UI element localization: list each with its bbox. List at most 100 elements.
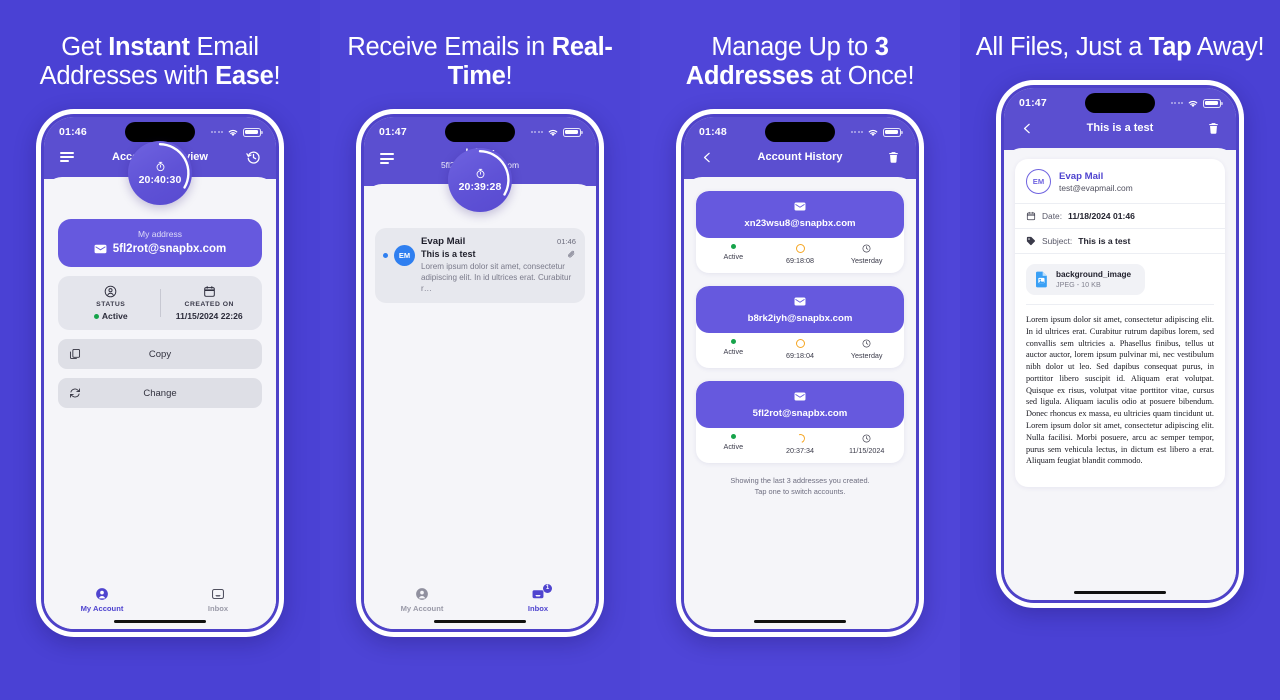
clock-icon	[862, 339, 871, 348]
mail-list-item[interactable]: EM Evap Mail 01:46 This is a test Lorem …	[375, 228, 585, 304]
inbox-icon	[212, 588, 224, 599]
history-card-header: 5fl2rot@snapbx.com	[696, 381, 904, 428]
copy-button[interactable]: Copy	[58, 339, 262, 369]
home-indicator	[434, 619, 526, 623]
timer-ring-icon	[794, 432, 806, 445]
mail-subject: This is a test	[421, 249, 476, 259]
tab-my-account[interactable]: My Account	[364, 587, 480, 613]
headline-1: Get Instant Email Addresses with Ease!	[10, 33, 310, 91]
bottom-tab-bar: My Account 1 Inbox	[364, 580, 596, 617]
wifi-icon	[228, 129, 238, 136]
battery-icon	[563, 127, 583, 137]
timer-ring-icon	[795, 339, 805, 348]
phone-mockup-3: 01:48 Account History xn23wsu8@snapbx.co…	[676, 109, 924, 637]
history-status: Active	[700, 434, 767, 455]
panel-email-detail: All Files, Just a Tap Away! 01:47 This i…	[960, 0, 1280, 700]
history-clock-icon[interactable]	[243, 147, 263, 167]
date-label: Date:	[1042, 211, 1063, 221]
history-date: 11/15/2024	[833, 434, 900, 455]
history-timer-label: 20:37:34	[786, 446, 814, 455]
status-text: Active	[101, 311, 128, 321]
person-icon	[416, 587, 428, 600]
history-footer-line2: Tap one to switch accounts.	[754, 487, 846, 497]
history-date: Yesterday	[833, 244, 900, 265]
content-sheet: 20:40:30 My address 5fl2rot@snapbx.com S…	[44, 141, 276, 629]
inbox-badge: 1	[543, 583, 552, 593]
phone-mockup-2: 01:47 Inbox 5fl2rot@snapbx.com	[356, 109, 604, 637]
status-dot	[730, 244, 736, 249]
subject-value: This is a test	[1078, 236, 1131, 246]
date-value: 11/18/2024 01:46	[1068, 211, 1135, 221]
history-timer: 69:18:04	[767, 339, 834, 360]
my-address-value: 5fl2rot@snapbx.com	[112, 243, 227, 255]
history-status-label: Active	[723, 252, 744, 261]
headline-1-part3: !	[273, 62, 281, 90]
hamburger-menu-icon[interactable]	[57, 147, 77, 167]
bottom-tab-bar: My Account Inbox	[44, 580, 276, 617]
timer-ring-icon	[795, 244, 805, 253]
cellular-signal-icon	[850, 131, 863, 133]
history-date-label: 11/15/2024	[848, 446, 885, 455]
app-store-screenshot-set: Get Instant Email Addresses with Ease! 0…	[0, 0, 1280, 700]
person-circle-icon	[104, 285, 117, 298]
history-date-label: Yesterday	[850, 351, 883, 360]
headline-4: All Files, Just a Tap Away!	[970, 33, 1270, 62]
headline-1-part1: Get	[61, 33, 109, 61]
app-bar-title: This is a test	[1086, 122, 1154, 134]
app-bar-title: Account History	[757, 151, 843, 163]
trash-glyph	[1208, 122, 1218, 134]
status-dot	[93, 313, 99, 319]
tab-inbox[interactable]: Inbox	[160, 587, 276, 613]
trash-icon[interactable]	[1203, 118, 1223, 138]
history-status: Active	[700, 244, 767, 265]
headline-3: Manage Up to 3 Addresses at Once!	[650, 33, 950, 91]
history-date-label: Yesterday	[850, 256, 883, 265]
my-address-card[interactable]: My address 5fl2rot@snapbx.com	[58, 219, 262, 267]
trash-icon[interactable]	[883, 147, 903, 167]
history-status: Active	[700, 339, 767, 360]
wifi-icon	[868, 129, 878, 136]
change-button[interactable]: Change	[58, 378, 262, 408]
status-dot	[730, 339, 736, 344]
headline-2-part3: !	[505, 62, 513, 90]
history-status-label: Active	[723, 347, 744, 356]
history-card[interactable]: 5fl2rot@snapbx.com Active 20:37:34 11/15…	[696, 381, 904, 463]
email-body-text: Lorem ipsum dolor sit amet, consectetur …	[1026, 304, 1214, 479]
app-bar: This is a test	[1004, 118, 1236, 150]
headline-3-bold2: Addresses	[685, 62, 814, 90]
attachment-meta: JPEG - 10 KB	[1056, 280, 1101, 289]
home-indicator	[1074, 590, 1166, 594]
battery-icon	[243, 127, 263, 137]
headline-1-bold2: Ease	[215, 62, 274, 90]
tab-my-account-label: My Account	[80, 603, 124, 613]
cellular-signal-icon	[530, 131, 543, 133]
dynamic-island	[765, 122, 835, 142]
tab-inbox[interactable]: 1 Inbox	[480, 583, 596, 613]
app-bar: Account History	[684, 147, 916, 179]
sender-name: Evap Mail	[1059, 170, 1104, 182]
mail-preview: Lorem ipsum dolor sit amet, consectetur …	[421, 262, 572, 294]
status-bar-time: 01:46	[59, 126, 87, 138]
hamburger-menu-icon[interactable]	[377, 149, 397, 169]
headline-3-part3: at Once!	[813, 62, 915, 90]
status-label: STATUS	[96, 301, 126, 308]
headline-3-bold1: 3	[874, 33, 889, 61]
back-chevron-icon[interactable]	[1017, 118, 1037, 138]
history-card[interactable]: b8rk2iyh@snapbx.com Active 69:18:04 Yest…	[696, 286, 904, 368]
headline-2-part1: Receive Emails in	[347, 33, 552, 61]
attachment-chip[interactable]: background_image JPEG - 10 KB	[1026, 264, 1146, 295]
history-date: Yesterday	[833, 339, 900, 360]
avatar: EM	[1026, 169, 1051, 194]
date-row: Date: 11/18/2024 01:46	[1015, 204, 1225, 229]
tab-my-account[interactable]: My Account	[44, 587, 160, 613]
tab-inbox-label: Inbox	[527, 603, 549, 613]
wifi-icon	[1188, 100, 1198, 107]
history-card[interactable]: xn23wsu8@snapbx.com Active 69:18:08 Yest…	[696, 191, 904, 273]
panel-account-overview: Get Instant Email Addresses with Ease! 0…	[0, 0, 320, 700]
history-timer-label: 69:18:04	[786, 351, 814, 360]
back-chevron-icon[interactable]	[697, 147, 717, 167]
headline-4-bold1: Tap	[1148, 33, 1192, 61]
envelope-icon	[94, 244, 107, 254]
history-email: b8rk2iyh@snapbx.com	[747, 313, 853, 324]
status-bar: 01:48	[684, 117, 916, 147]
